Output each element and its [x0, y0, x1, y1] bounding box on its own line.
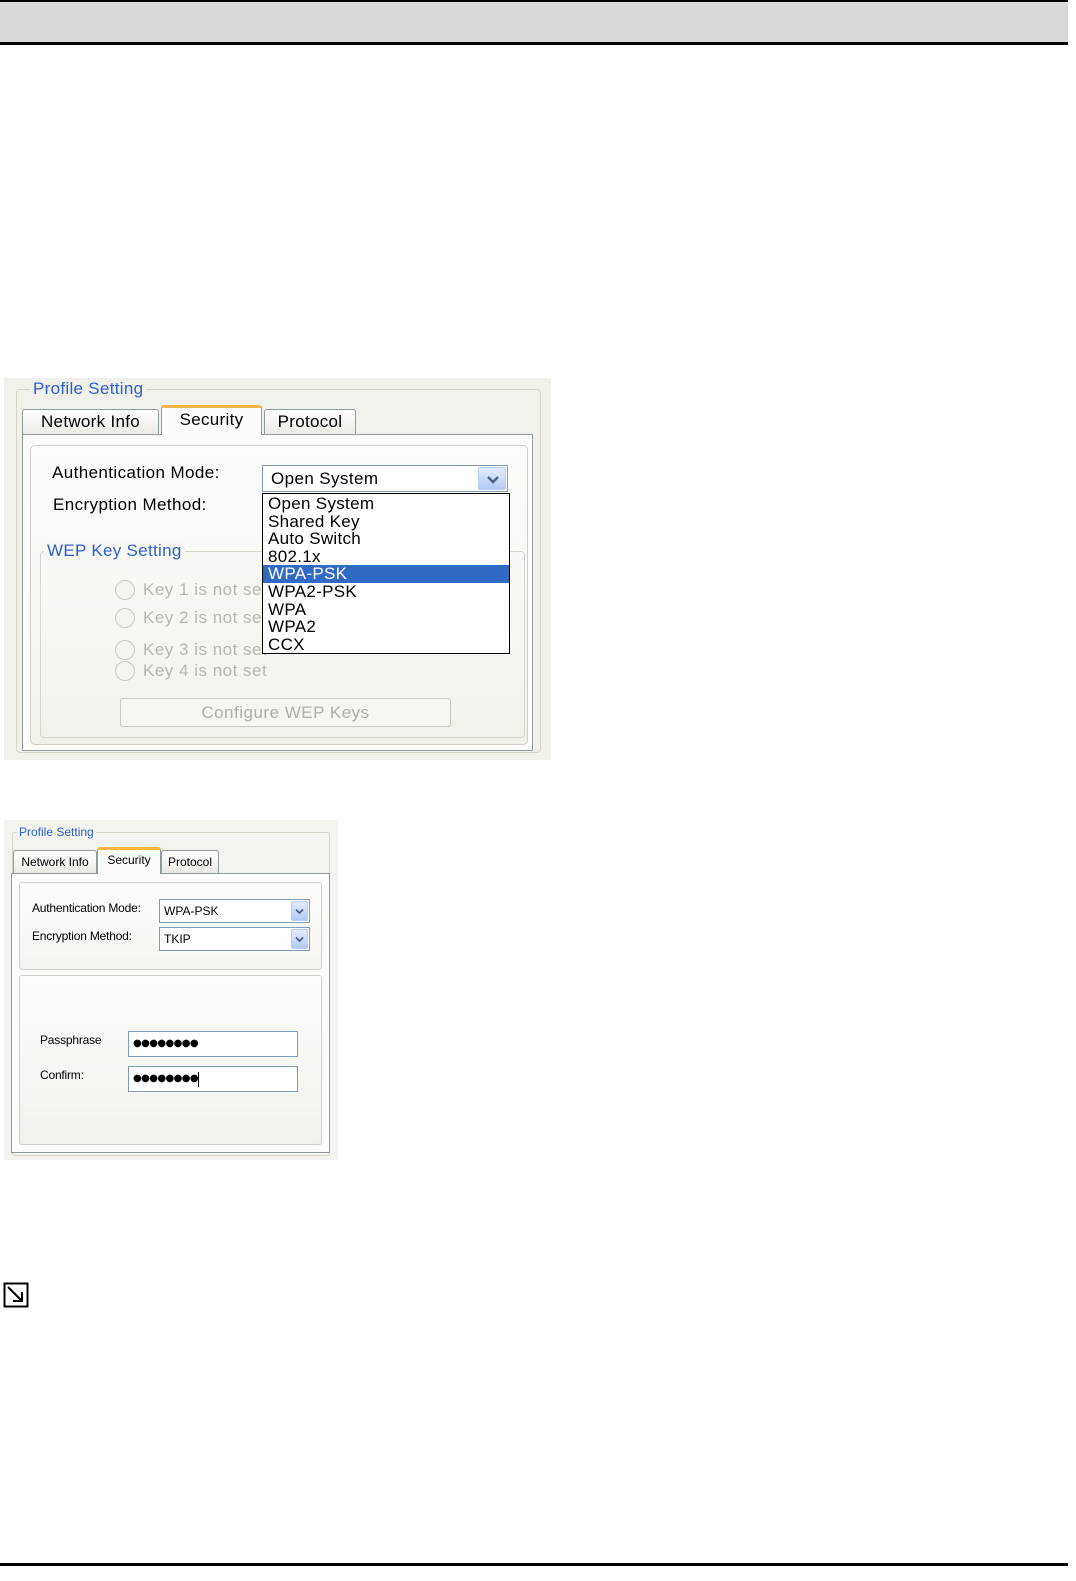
- authentication-mode-dropdown-button[interactable]: [291, 901, 308, 921]
- passphrase-masked-value: ●●●●●●●●: [133, 1038, 199, 1049]
- option-shared-key[interactable]: Shared Key: [263, 512, 509, 531]
- authentication-mode-options-list: Open System Shared Key Auto Switch 802.1…: [262, 493, 510, 654]
- authentication-mode-label: Authentication Mode:: [52, 463, 220, 482]
- option-open-system[interactable]: Open System: [263, 495, 509, 513]
- profile-setting-screenshot-wpa-psk: Profile Setting Network Info Security Pr…: [4, 820, 338, 1160]
- wep-key-1-label: Key 1 is not set: [143, 580, 268, 599]
- chevron-down-icon: [295, 908, 304, 915]
- authentication-mode-select[interactable]: Open System: [262, 465, 508, 492]
- wep-key-2-label: Key 2 is not set: [143, 608, 268, 627]
- authentication-mode-select[interactable]: WPA-PSK: [159, 899, 310, 923]
- security-mode-box: [19, 882, 322, 970]
- option-wpa2[interactable]: WPA2: [263, 618, 509, 636]
- passphrase-label: Passphrase: [40, 1033, 102, 1047]
- passphrase-input[interactable]: ●●●●●●●●: [128, 1031, 298, 1057]
- profile-setting-screenshot-open-dropdown: Profile Setting Network Info Security Pr…: [4, 378, 551, 760]
- authentication-mode-dropdown-button[interactable]: [478, 467, 506, 490]
- wep-key-4-radio-row: Key 4 is not set: [115, 660, 375, 682]
- encryption-method-value: TKIP: [164, 932, 191, 946]
- page-footer-rule: [0, 1563, 1068, 1566]
- option-ccx[interactable]: CCX: [263, 636, 509, 654]
- wep-key-4-label: Key 4 is not set: [143, 661, 268, 680]
- wep-key-3-label: Key 3 is not set: [143, 640, 268, 659]
- tab-protocol[interactable]: Protocol: [264, 409, 356, 434]
- tab-security[interactable]: Security: [97, 847, 161, 874]
- wep-key-1-radio: [115, 580, 135, 600]
- encryption-method-label: Encryption Method:: [32, 929, 132, 943]
- text-caret: [198, 1072, 199, 1087]
- encryption-method-select[interactable]: TKIP: [159, 927, 310, 951]
- option-wpa-psk[interactable]: WPA-PSK: [263, 565, 509, 583]
- option-802-1x[interactable]: 802.1x: [263, 548, 509, 566]
- wep-key-2-radio: [115, 608, 135, 628]
- encryption-method-label: Encryption Method:: [53, 495, 207, 514]
- wep-key-3-radio: [115, 640, 135, 660]
- authentication-mode-value: WPA-PSK: [164, 904, 219, 918]
- tab-protocol[interactable]: Protocol: [161, 850, 219, 873]
- page-header-bar: [0, 0, 1068, 45]
- configure-wep-keys-button: Configure WEP Keys: [120, 698, 451, 727]
- chevron-down-icon: [295, 936, 304, 943]
- tab-network-info[interactable]: Network Info: [13, 850, 97, 873]
- authentication-mode-value: Open System: [271, 469, 379, 488]
- chevron-down-icon: [487, 476, 499, 484]
- profile-setting-title: Profile Setting: [17, 824, 96, 840]
- passphrase-box: [19, 975, 322, 1145]
- tab-security[interactable]: Security: [161, 405, 262, 435]
- option-wpa2-psk[interactable]: WPA2-PSK: [263, 583, 509, 601]
- confirm-label: Confirm:: [40, 1068, 84, 1082]
- confirm-passphrase-input[interactable]: ●●●●●●●●: [128, 1066, 298, 1092]
- wep-key-4-radio: [115, 661, 135, 681]
- profile-setting-title: Profile Setting: [30, 378, 147, 400]
- option-auto-switch[interactable]: Auto Switch: [263, 530, 509, 548]
- confirm-masked-value: ●●●●●●●●: [133, 1073, 199, 1084]
- note-icon: [3, 1282, 29, 1308]
- tab-network-info[interactable]: Network Info: [22, 409, 159, 434]
- option-wpa[interactable]: WPA: [263, 600, 509, 619]
- authentication-mode-label: Authentication Mode:: [32, 901, 141, 915]
- wep-key-setting-title: WEP Key Setting: [44, 540, 185, 562]
- encryption-method-dropdown-button[interactable]: [291, 929, 308, 949]
